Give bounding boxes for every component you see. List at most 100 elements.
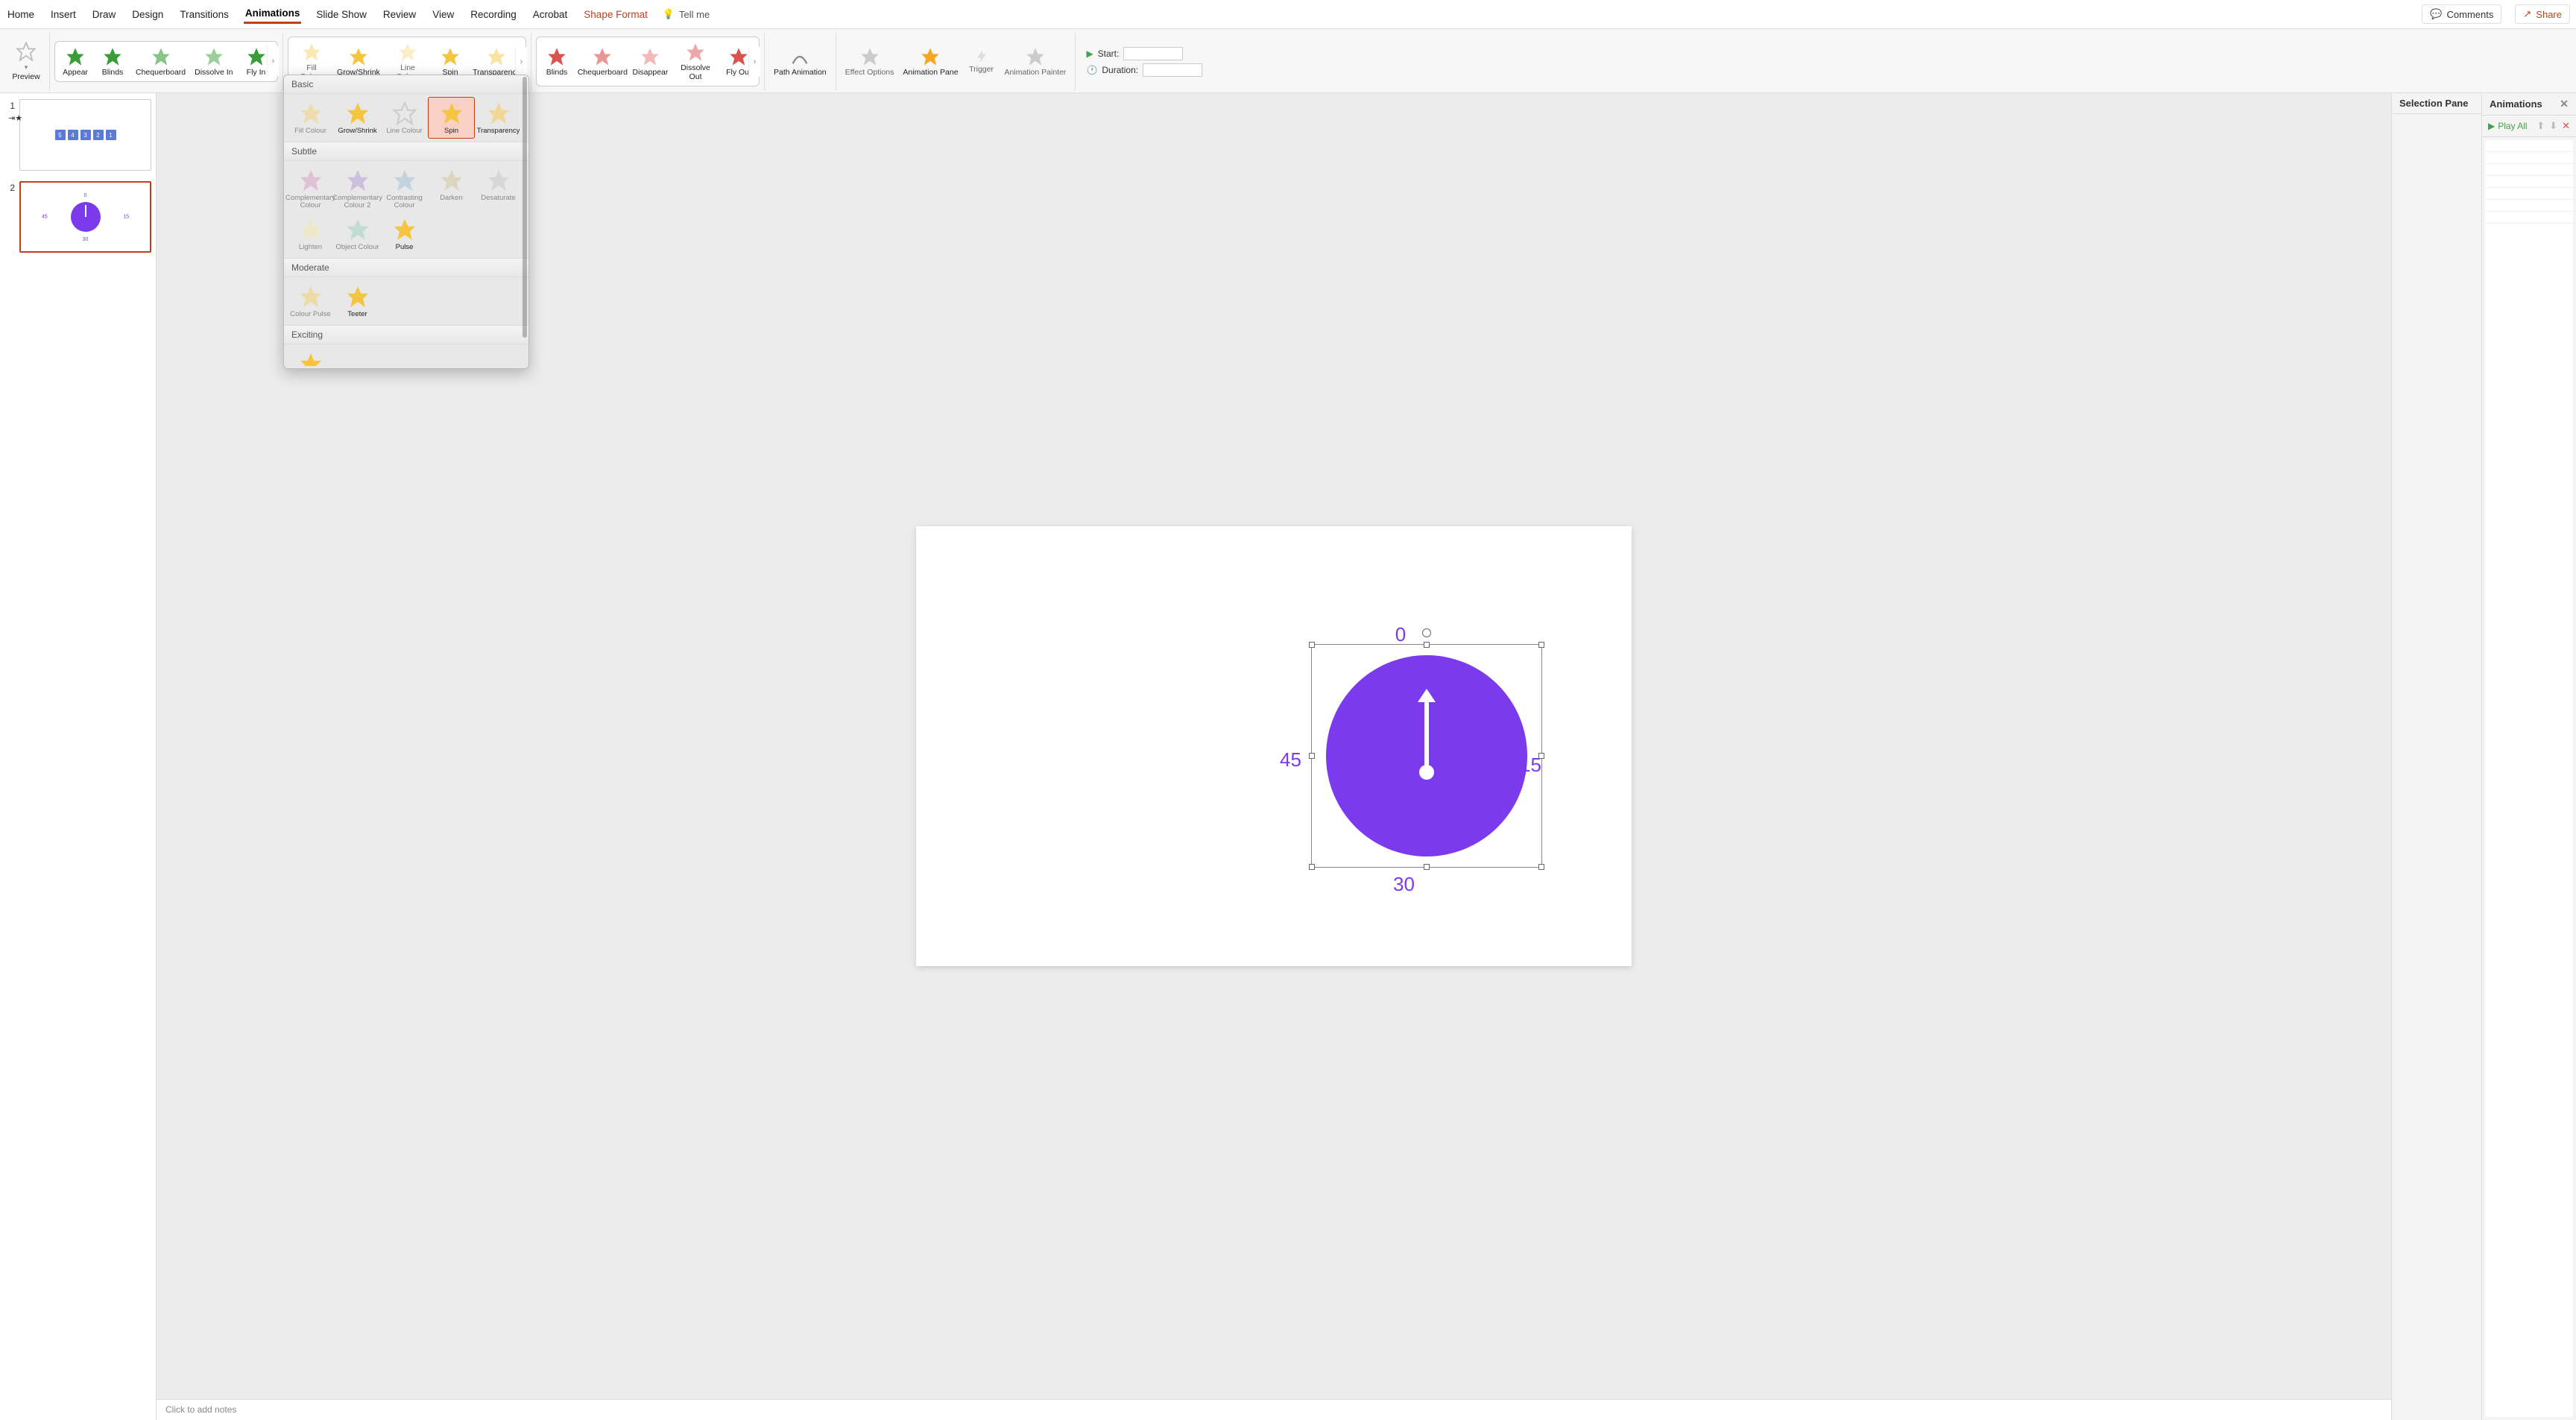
notes-placeholder[interactable]: Click to add notes xyxy=(157,1399,2391,1420)
clock-icon: 🕐 xyxy=(1086,65,1097,75)
star-icon xyxy=(397,42,418,63)
tell-me-label: Tell me xyxy=(679,9,710,20)
clock-shape[interactable] xyxy=(1326,655,1527,856)
clock-label-0: 0 xyxy=(1395,623,1406,646)
star-icon xyxy=(151,46,171,67)
effect-fill-colour[interactable]: Fill Colour xyxy=(287,97,334,139)
resize-handle[interactable] xyxy=(1424,642,1430,648)
clock-label-45: 45 xyxy=(1280,748,1301,771)
effect-grow-shrink[interactable]: Grow/Shrink xyxy=(334,97,381,139)
category-exciting: Exciting xyxy=(284,325,528,344)
star-icon xyxy=(102,46,123,67)
star-icon xyxy=(592,46,613,67)
chevron-right-icon[interactable]: › xyxy=(748,47,760,77)
effect-colour-pulse[interactable]: Colour Pulse xyxy=(287,280,334,322)
chevron-right-icon[interactable]: › xyxy=(267,46,279,76)
preview-star-icon xyxy=(16,41,37,62)
selection-box[interactable] xyxy=(1311,644,1542,868)
star-icon xyxy=(486,46,507,67)
close-icon[interactable]: ✕ xyxy=(2560,98,2569,110)
effect-pulse[interactable]: Pulse xyxy=(381,213,428,255)
share-button[interactable]: ↗ Share xyxy=(2515,4,2570,24)
category-moderate: Moderate xyxy=(284,258,528,277)
preview-label: Preview xyxy=(12,73,40,82)
scrollbar-thumb[interactable] xyxy=(523,77,527,338)
slide-number: 1 xyxy=(4,99,15,171)
preview-button[interactable]: ▾ Preview xyxy=(7,40,45,83)
resize-handle[interactable] xyxy=(1538,642,1544,648)
effect-darken[interactable]: Darken xyxy=(428,164,475,213)
start-label: Start: xyxy=(1098,48,1120,59)
move-down-icon[interactable]: ⬇ xyxy=(2549,120,2557,132)
play-all-label: Play All xyxy=(2498,121,2527,131)
effect-complementary-colour[interactable]: Complementary Colour xyxy=(287,164,334,213)
animation-list[interactable] xyxy=(2485,140,2573,1417)
tab-review[interactable]: Review xyxy=(382,6,417,23)
play-icon: ▶ xyxy=(2488,121,2495,131)
animations-pane-title: Animations xyxy=(2490,98,2542,110)
effect-transparency[interactable]: Transparency xyxy=(475,97,522,139)
resize-handle[interactable] xyxy=(1424,864,1430,870)
start-combo[interactable] xyxy=(1123,47,1183,60)
resize-handle[interactable] xyxy=(1538,753,1544,759)
path-animation-button[interactable]: Path Animation xyxy=(769,45,831,79)
delete-icon[interactable]: ✕ xyxy=(2562,120,2570,132)
effect-object-colour[interactable]: Object Colour xyxy=(334,213,381,255)
star-icon xyxy=(348,46,369,67)
resize-handle[interactable] xyxy=(1309,753,1315,759)
tab-acrobat[interactable]: Acrobat xyxy=(531,6,569,23)
effect-complementary-colour-2[interactable]: Complementary Colour 2 xyxy=(334,164,381,213)
duration-combo[interactable] xyxy=(1143,63,1202,77)
star-icon xyxy=(728,46,749,67)
tab-draw[interactable]: Draw xyxy=(91,6,118,23)
tab-slideshow[interactable]: Slide Show xyxy=(315,6,368,23)
slide-canvas[interactable]: 0 15 30 45 xyxy=(916,526,1632,966)
animation-painter-button[interactable]: Animation Painter xyxy=(1000,45,1071,79)
move-up-icon[interactable]: ⬆ xyxy=(2536,120,2545,132)
effect-teeter[interactable]: Teeter xyxy=(334,280,381,322)
effect-contrasting-colour[interactable]: Contrasting Colour xyxy=(381,164,428,213)
slide-thumb-1[interactable]: ⇥★ 5 4 3 2 1 xyxy=(19,99,151,171)
resize-handle[interactable] xyxy=(1538,864,1544,870)
category-subtle: Subtle xyxy=(284,142,528,161)
play-all-button[interactable]: ▶ Play All xyxy=(2488,121,2528,131)
effect-spin[interactable]: Spin xyxy=(428,97,475,139)
share-label: Share xyxy=(2536,9,2562,20)
tab-recording[interactable]: Recording xyxy=(469,6,518,23)
comments-button[interactable]: 💬 Comments xyxy=(2422,4,2501,24)
trigger-button[interactable]: Trigger xyxy=(963,48,1000,76)
tab-animations[interactable]: Animations xyxy=(244,4,302,24)
menu-bar: Home Insert Draw Design Transitions Anim… xyxy=(0,0,2576,29)
tab-insert[interactable]: Insert xyxy=(49,6,78,23)
star-icon xyxy=(65,46,86,67)
resize-handle[interactable] xyxy=(1309,864,1315,870)
play-icon: ▶ xyxy=(1086,48,1093,59)
comments-label: Comments xyxy=(2447,9,2494,20)
tab-home[interactable]: Home xyxy=(6,6,36,23)
slide-thumb-2[interactable]: 0 15 30 45 xyxy=(19,181,151,253)
tab-design[interactable]: Design xyxy=(130,6,165,23)
effect-options-button[interactable]: Effect Options xyxy=(841,45,899,79)
tab-view[interactable]: View xyxy=(431,6,455,23)
star-icon xyxy=(685,42,706,63)
category-basic: Basic xyxy=(284,75,528,94)
rotate-handle[interactable] xyxy=(1422,628,1431,637)
bolt-icon xyxy=(974,49,989,64)
slide-panel: 1 ⇥★ 5 4 3 2 1 2 0 15 30 45 xyxy=(0,93,157,1420)
tab-shape-format[interactable]: Shape Format xyxy=(582,6,649,23)
animation-pane-button[interactable]: Animation Pane xyxy=(898,45,962,79)
tell-me[interactable]: 💡 Tell me xyxy=(663,8,710,20)
effect-line-colour[interactable]: Line Colour xyxy=(381,97,428,139)
effect-desaturate[interactable]: Desaturate xyxy=(475,164,522,213)
chevron-right-icon[interactable]: › xyxy=(515,47,527,77)
mini-clock-icon xyxy=(71,202,101,232)
animation-indicator-icon: ⇥★ xyxy=(8,113,22,123)
exit-gallery[interactable]: Blinds Chequerboard Disappear Dissolve O… xyxy=(536,37,760,86)
resize-handle[interactable] xyxy=(1309,642,1315,648)
tab-transitions[interactable]: Transitions xyxy=(178,6,230,23)
effect-lighten[interactable]: Lighten xyxy=(287,213,334,255)
clock-arrow-icon xyxy=(1421,692,1432,772)
entrance-gallery[interactable]: Appear Blinds Chequerboard Dissolve In F… xyxy=(54,41,278,83)
star-icon xyxy=(440,46,461,67)
effect-exciting-partial[interactable] xyxy=(287,347,334,368)
